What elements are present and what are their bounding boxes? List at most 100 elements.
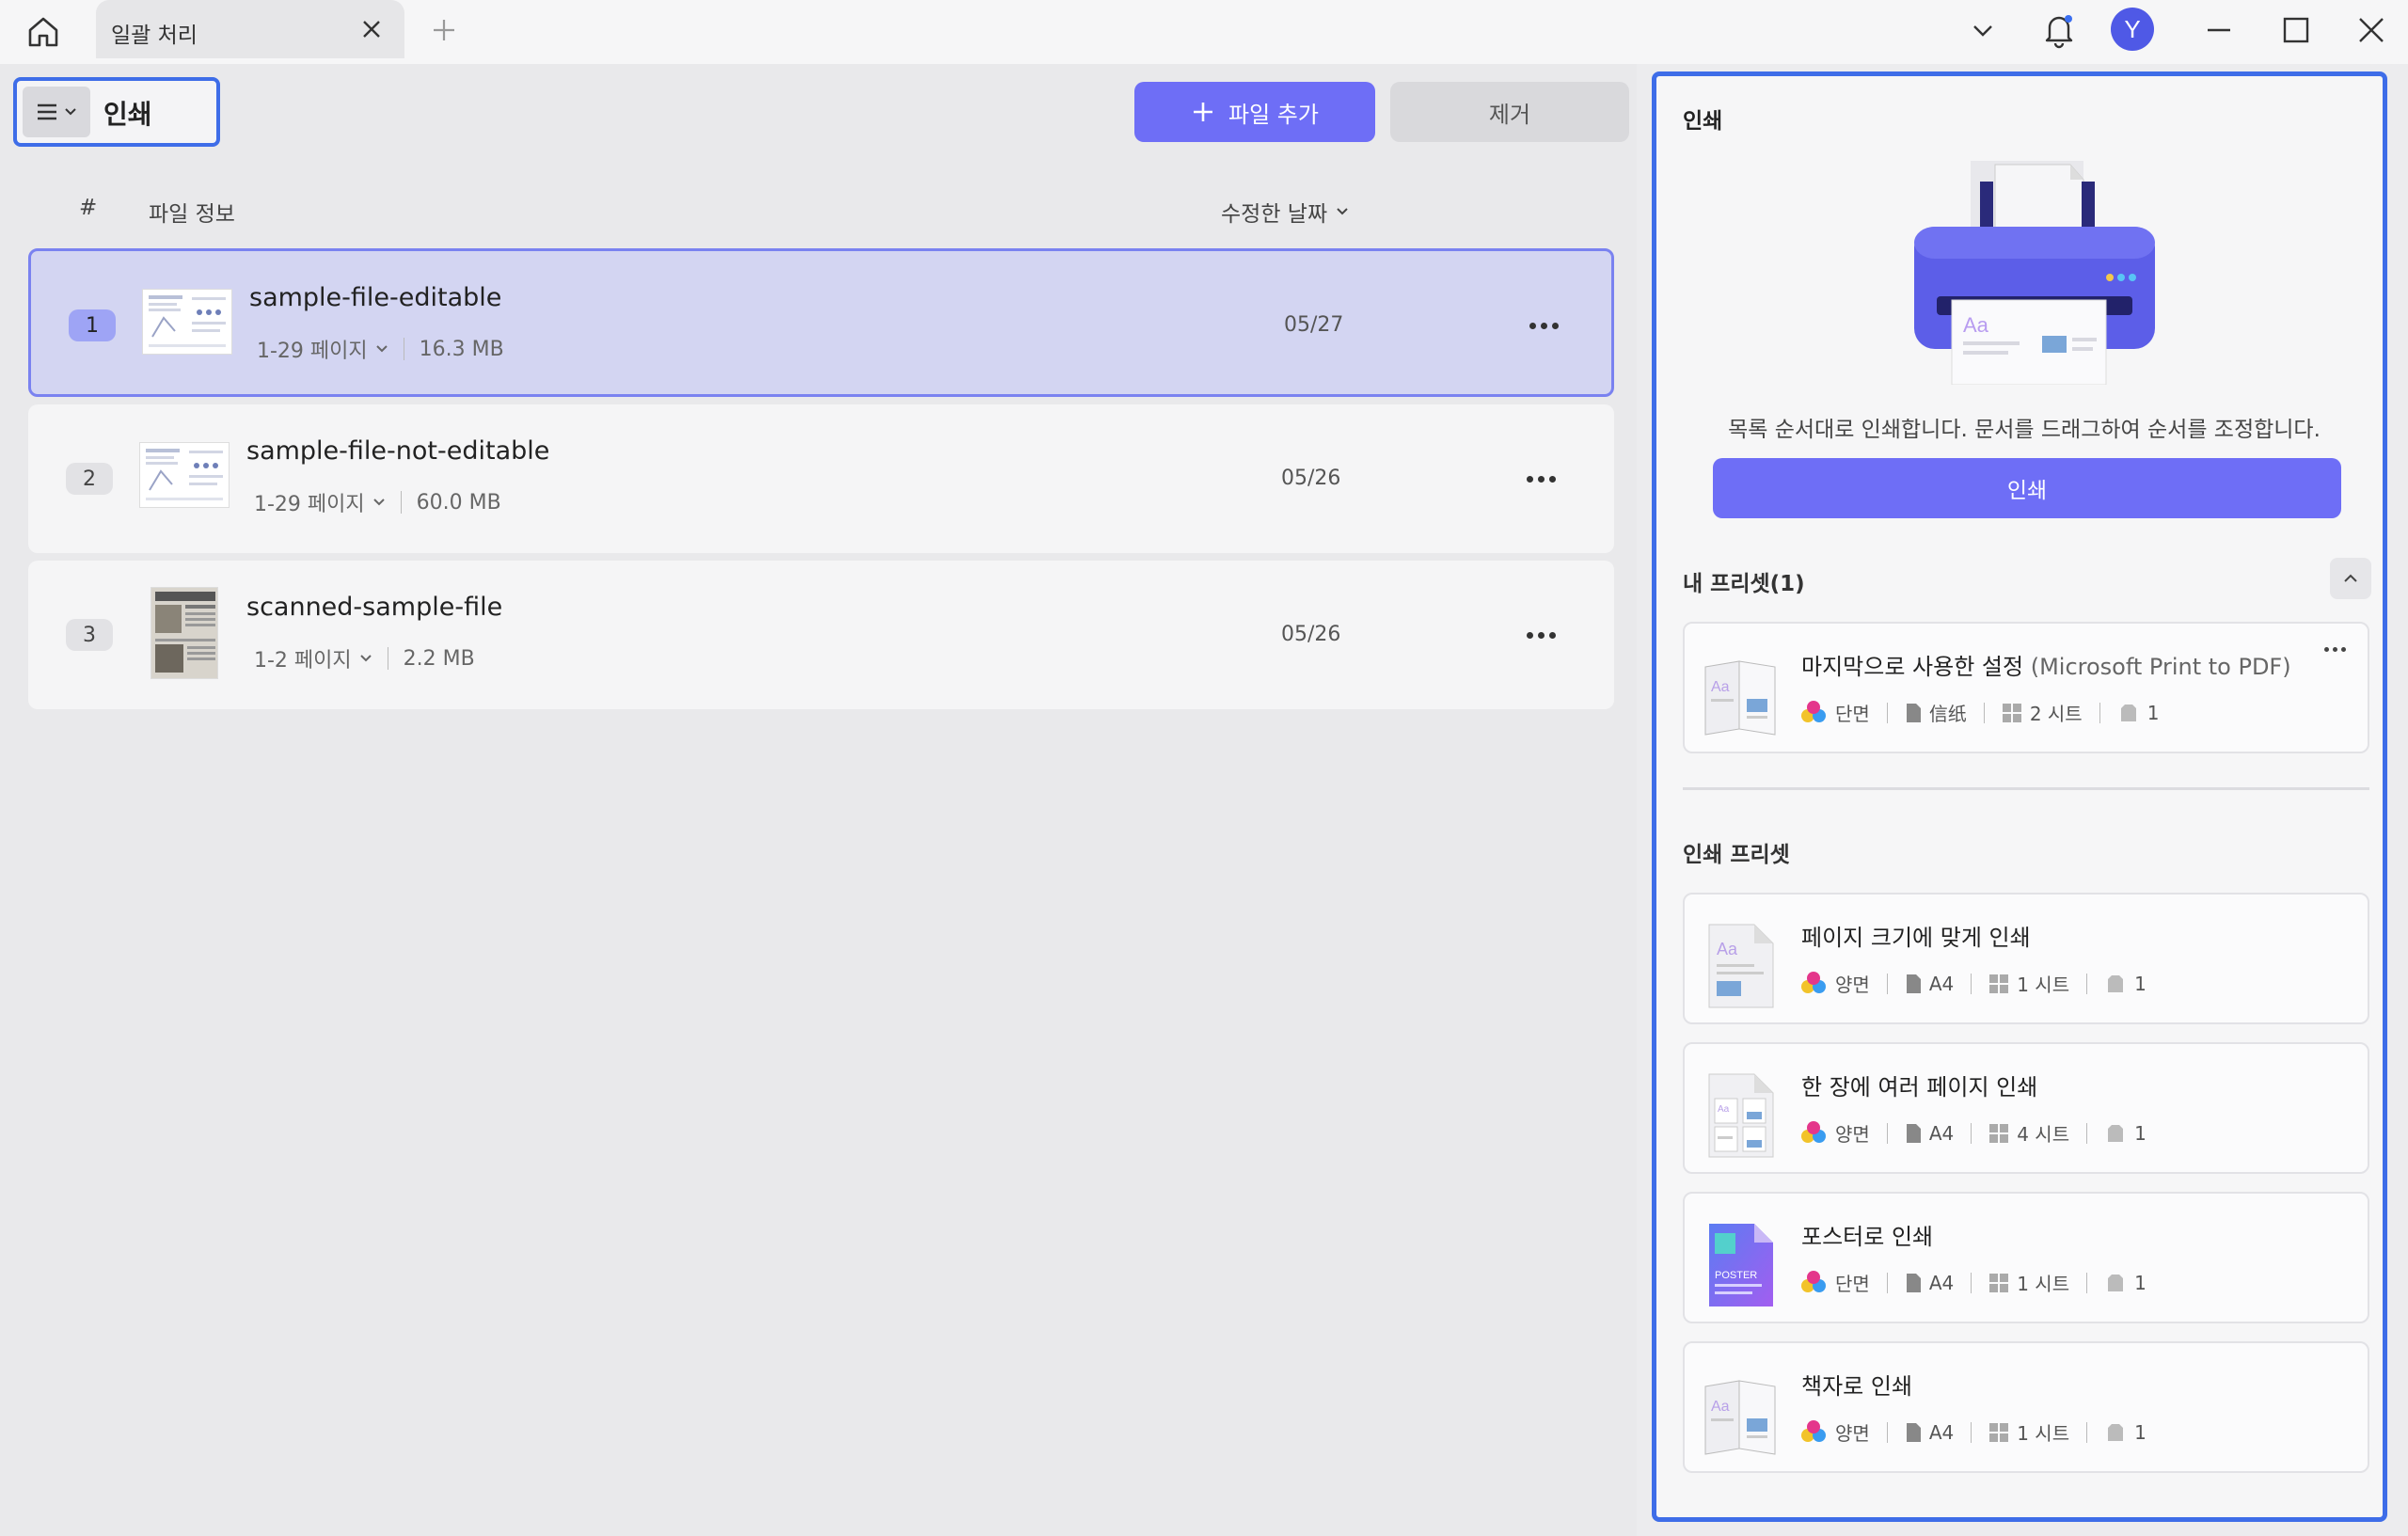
column-modified-date-label: 수정한 날짜 [1221,202,1328,227]
file-thumbnail [142,289,232,355]
column-modified-date[interactable]: 수정한 날짜 [1221,196,1350,228]
tab-batch-process[interactable]: 일괄 처리 [96,0,404,58]
multi-page-preset-icon: Aa [1708,1073,1774,1158]
copies-icon [2120,704,2136,721]
preset-title: 한 장에 여러 페이지 인쇄 [1801,1074,2038,1101]
divider [1683,787,2369,790]
svg-text:Aa: Aa [1711,1399,1730,1415]
sheets-icon [1989,1273,2009,1292]
more-options-icon[interactable] [2324,642,2353,656]
preset-paper: 信纸 [1928,703,1967,725]
copies-icon [2108,1423,2124,1441]
preset-paper: A4 [1928,1271,1955,1294]
preset-card-booklet[interactable]: Aa 책자로 인쇄 양면 A4 1 시트 1 [1683,1341,2369,1473]
chevron-down-icon[interactable] [372,496,386,509]
print-panel: 인쇄 Aa 목록 순서대로 인쇄합니다. 문서를 드래그하여 순서를 조정합니다… [1652,71,2387,1522]
chevron-down-icon[interactable] [1962,0,2004,60]
poster-preset-icon: POSTER [1709,1224,1773,1306]
mode-selector[interactable]: 인쇄 [13,77,220,147]
file-number: 3 [66,619,113,651]
file-list-pane: 인쇄 파일 추가 제거 # 파일 정보 수정한 날짜 1 sample-file… [0,64,1637,1536]
page-range[interactable]: 1-29 페이지 [254,487,365,517]
preset-title-main: 마지막으로 사용한 설정 [1801,654,2024,680]
preset-copies: 1 [2134,972,2147,995]
preset-meta: 양면 A4 1 시트 1 [1801,970,2147,997]
minimize-icon[interactable] [2197,0,2241,60]
file-row[interactable]: 2 sample-file-not-editable 1-29 페이지 60.0… [28,404,1614,553]
color-dots-icon [1801,1120,1828,1146]
preset-title: 마지막으로 사용한 설정 (Microsoft Print to PDF) [1801,648,2291,681]
file-size: 60.0 MB [416,490,501,515]
preset-copies: 1 [2134,1121,2147,1145]
preset-sheets: 1 시트 [2017,974,2070,996]
avatar[interactable]: Y [2111,8,2154,51]
preset-sheets: 2 시트 [2029,703,2083,725]
preset-card-multiple-pages[interactable]: Aa 한 장에 여러 페이지 인쇄 양면 A4 4 시트 1 [1683,1042,2369,1174]
preset-card-poster[interactable]: POSTER 포스터로 인쇄 단면 A4 1 시트 1 [1683,1192,2369,1323]
sheets-icon [1989,1422,2009,1442]
book-preset-icon: Aa [1704,1380,1776,1455]
paper-icon [1906,1422,1921,1442]
file-row[interactable]: 1 sample-file-editable 1-29 페이지 16.3 MB … [28,248,1614,397]
preset-meta: 양면 A4 1 시트 1 [1801,1418,2147,1446]
file-date: 05/27 [1284,313,1344,337]
fit-page-preset-icon: Aa [1708,924,1774,1008]
preset-paper: A4 [1928,1121,1955,1145]
paper-icon [1906,974,1921,993]
preset-copies: 1 [2147,701,2160,724]
file-thumbnail [139,442,230,508]
sheets-icon [1989,974,2009,993]
svg-text:Aa: Aa [1711,679,1730,695]
page-range[interactable]: 1-2 페이지 [254,643,352,673]
preset-paper: A4 [1928,972,1955,995]
sheets-icon [2002,703,2021,722]
close-icon[interactable] [359,17,384,41]
preset-sides: 양면 [1835,1422,1870,1445]
close-window-icon[interactable] [2350,0,2393,60]
book-preset-icon: Aa [1704,660,1776,736]
preset-meta: 단면 信纸 2 시트 1 [1801,699,2159,726]
column-file-info: 파일 정보 [149,202,235,227]
more-options-icon[interactable] [1516,621,1565,649]
add-file-button[interactable]: 파일 추가 [1134,82,1375,142]
preset-card-fit-page[interactable]: Aa 페이지 크기에 맞게 인쇄 양면 A4 1 시트 1 [1683,893,2369,1024]
file-date: 05/26 [1281,623,1341,646]
chevron-up-icon[interactable] [2330,558,2371,599]
chevron-down-icon[interactable] [375,342,388,356]
paper-icon [1906,1123,1921,1143]
sheets-icon [1989,1123,2009,1143]
chevron-down-icon[interactable] [359,652,372,665]
svg-text:Aa: Aa [1717,940,1738,958]
preset-copies: 1 [2134,1420,2147,1444]
print-description: 목록 순서대로 인쇄합니다. 문서를 드래그하여 순서를 조정합니다. [1728,418,2321,442]
print-button[interactable]: 인쇄 [1713,458,2341,518]
preset-paper: A4 [1928,1420,1955,1444]
color-dots-icon [1801,700,1828,725]
preset-meta: 양면 A4 4 시트 1 [1801,1119,2147,1147]
preset-title: 책자로 인쇄 [1801,1373,1913,1400]
file-row[interactable]: 3 scanned-sample-file 1-2 페이지 2.2 MB 05/… [28,561,1614,709]
copies-icon [2108,974,2124,992]
file-number: 1 [69,309,116,341]
add-tab-icon[interactable] [431,17,457,43]
paper-icon [1906,703,1921,722]
preset-card-last-used[interactable]: Aa 마지막으로 사용한 설정 (Microsoft Print to PDF)… [1683,622,2369,753]
remove-button[interactable]: 제거 [1390,82,1629,142]
preset-title: 페이지 크기에 맞게 인쇄 [1801,925,2031,951]
preset-meta: 단면 A4 1 시트 1 [1801,1269,2147,1296]
maximize-icon[interactable] [2274,0,2318,60]
color-dots-icon [1801,1270,1828,1295]
more-options-icon[interactable] [1516,465,1565,493]
bell-icon[interactable] [2037,0,2081,60]
page-range[interactable]: 1-29 페이지 [257,334,368,364]
file-name: sample-file-editable [249,283,502,312]
more-options-icon[interactable] [1519,311,1568,340]
preset-sheets: 1 시트 [2017,1273,2070,1295]
file-meta: 1-29 페이지 60.0 MB [254,487,501,517]
mode-label: 인쇄 [103,99,152,130]
menu-icon[interactable] [23,87,90,137]
file-thumbnail [150,587,218,679]
copies-icon [2108,1274,2124,1291]
preset-sheets: 4 시트 [2017,1123,2070,1146]
home-icon[interactable] [21,11,66,53]
